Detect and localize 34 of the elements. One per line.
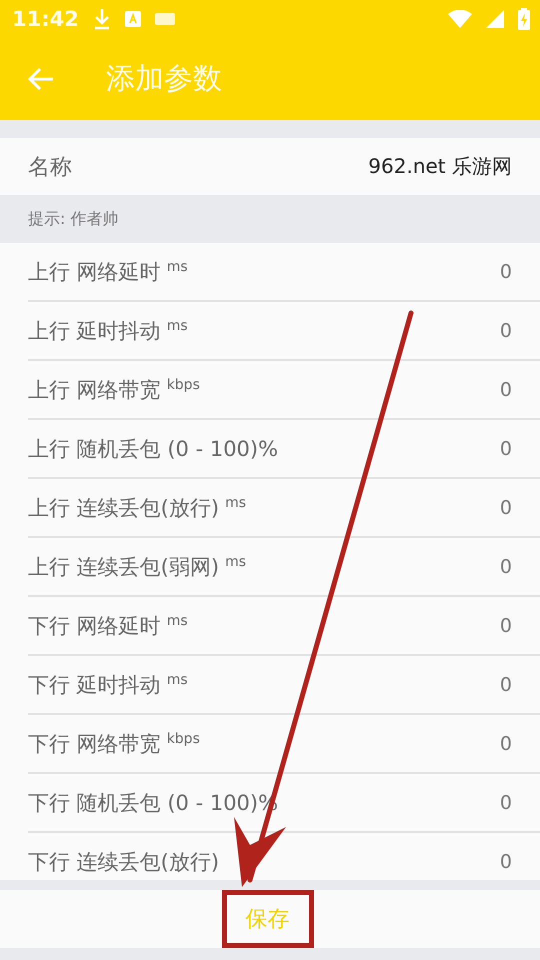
parameter-label: 上行 延时抖动 $^{ms}$: [28, 316, 188, 344]
back-arrow-icon[interactable]: [28, 67, 54, 91]
parameter-value[interactable]: 0: [500, 792, 512, 814]
parameter-label: 上行 网络带宽 $^{kbps}$: [28, 376, 200, 404]
parameter-label: 下行 连续丢包(放行): [28, 848, 220, 876]
parameter-label: 上行 连续丢包(放行) $^{ms}$: [28, 494, 246, 522]
parameter-label: 下行 延时抖动 $^{ms}$: [28, 670, 188, 698]
parameter-value[interactable]: 0: [500, 496, 512, 518]
battery-icon: [518, 8, 530, 30]
parameter-value[interactable]: 0: [500, 320, 512, 342]
screen-title: 添加参数: [106, 60, 222, 97]
parameter-label: 下行 网络带宽 $^{kbps}$: [28, 730, 200, 758]
status-time: 11:42: [12, 7, 79, 31]
hint-text: 提示: 作者帅: [28, 208, 118, 230]
parameter-value[interactable]: 0: [500, 438, 512, 460]
parameter-value[interactable]: 0: [500, 614, 512, 636]
signal-icon: [486, 10, 504, 28]
keyboard-letter-icon: [124, 11, 141, 27]
parameter-value[interactable]: 0: [500, 850, 512, 872]
field-label: 名称: [28, 154, 72, 182]
parameter-value[interactable]: 0: [500, 260, 512, 282]
parameter-label: 下行 网络延时 $^{ms}$: [28, 612, 188, 640]
name-field[interactable]: 名称 962.net 乐游网: [0, 138, 540, 195]
parameter-value[interactable]: 0: [500, 674, 512, 696]
parameter-label: 上行 随机丢包 (0 - 100)%: [28, 436, 278, 462]
parameter-value[interactable]: 0: [500, 378, 512, 400]
parameter-label: 上行 网络延时 $^{ms}$: [28, 258, 188, 286]
download-icon: [92, 8, 111, 30]
parameter-value[interactable]: 0: [500, 556, 512, 578]
parameter-value[interactable]: 0: [500, 732, 512, 754]
keyboard-icon: [154, 13, 175, 25]
field-value: 962.net 乐游网: [368, 153, 512, 180]
parameter-label: 上行 连续丢包(弱网) $^{ms}$: [28, 552, 246, 580]
wifi-icon: [448, 10, 472, 28]
